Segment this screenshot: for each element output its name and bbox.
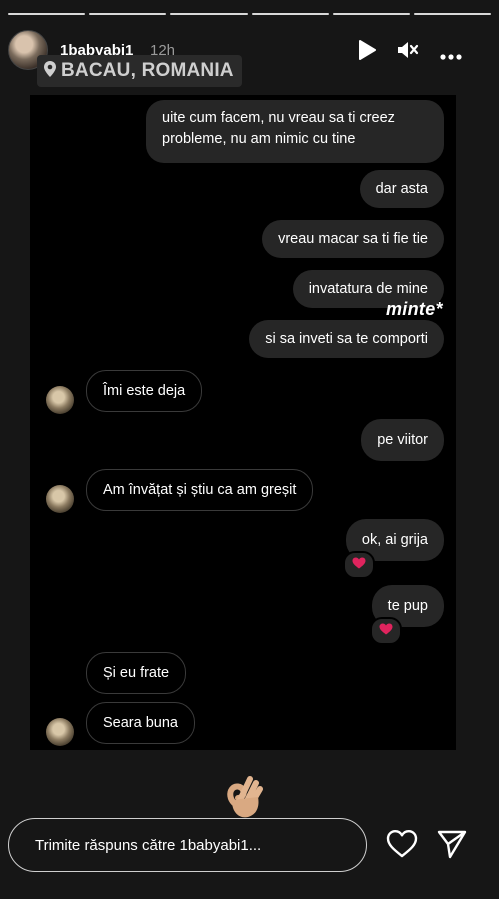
heart-reaction-icon <box>352 556 366 574</box>
reaction-badge <box>343 551 375 579</box>
muted-speaker-icon[interactable] <box>397 40 419 65</box>
heart-icon[interactable] <box>386 829 418 864</box>
message-text: Am învățat și știu ca am greșit <box>103 481 297 498</box>
play-icon[interactable] <box>358 40 376 65</box>
message-line: probleme, nu am nimic cu tine <box>162 131 356 147</box>
send-icon[interactable] <box>436 829 468 864</box>
message-bubble-incoming: Îmi este deja <box>86 370 203 412</box>
progress-segment <box>8 13 86 15</box>
message-text: te pup <box>387 597 428 614</box>
message-text: si sa inveti sa te comporti <box>265 330 428 347</box>
message-bubble-incoming: Am învățat și știu ca am greșit <box>86 469 314 511</box>
text-sticker-correction: minte* <box>386 299 443 319</box>
message-line: uite cum facem, nu vreau sa ti creez <box>162 110 395 126</box>
message-text: invatatura de mine <box>308 280 428 297</box>
reply-placeholder: Trimite răspuns către 1babyabi1... <box>35 836 262 854</box>
more-horizontal-icon[interactable] <box>440 47 462 65</box>
sender-avatar <box>46 485 74 513</box>
message-bubble-outgoing: uite cum facem, nu vreau sa ti creez pro… <box>146 100 444 163</box>
sender-avatar <box>46 718 74 746</box>
message-bubble-outgoing: pe viitor <box>361 419 444 461</box>
message-text: vreau macar sa ti fie tie <box>278 230 428 247</box>
message-text: Și eu frate <box>103 664 170 681</box>
progress-segment <box>332 13 410 15</box>
progress-segment <box>170 13 248 15</box>
location-pin-icon <box>43 60 57 83</box>
message-bubble-outgoing: si sa inveti sa te comporti <box>249 320 444 358</box>
reply-input[interactable]: Trimite răspuns către 1babyabi1... <box>8 818 367 872</box>
story-progress-bar <box>8 13 492 15</box>
message-bubble-incoming: Și eu frate <box>86 652 187 694</box>
heart-reaction-icon <box>379 622 393 640</box>
message-bubble-incoming: Seara buna <box>86 702 195 744</box>
message-text: ok, ai grija <box>361 531 428 548</box>
location-label: BACAU, ROMANIA <box>61 60 234 81</box>
progress-segment <box>413 13 492 15</box>
message-text: Îmi este deja <box>103 382 186 399</box>
location-sticker[interactable]: BACAU, ROMANIA <box>37 55 242 87</box>
message-bubble-outgoing: vreau macar sa ti fie tie <box>262 220 444 258</box>
progress-segment <box>251 13 329 15</box>
chat-screenshot: uite cum facem, nu vreau sa ti creez pro… <box>30 95 456 750</box>
message-bubble-outgoing: dar asta <box>359 170 444 208</box>
message-text: pe viitor <box>377 431 428 448</box>
message-text: dar asta <box>375 180 428 197</box>
sender-avatar <box>46 386 74 414</box>
message-text: Seara buna <box>103 714 178 731</box>
progress-segment <box>89 13 167 15</box>
reaction-badge <box>370 617 402 645</box>
